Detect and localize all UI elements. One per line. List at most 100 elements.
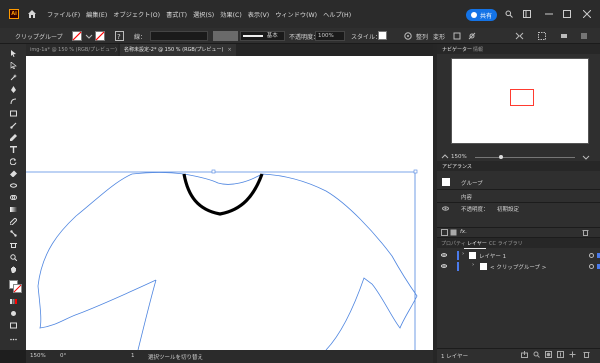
minimize-icon[interactable] <box>545 10 553 18</box>
stroke-swatch[interactable] <box>95 31 105 41</box>
layer-row[interactable]: › レイヤー 1 <box>437 250 600 261</box>
zoom-slider-thumb[interactable] <box>499 155 503 159</box>
navigator-thumbnail[interactable] <box>451 58 589 144</box>
transform-label[interactable]: 変形 <box>433 32 445 41</box>
add-stroke-icon[interactable] <box>441 229 448 236</box>
type-tool-icon[interactable] <box>10 146 17 153</box>
bounding-box-handle[interactable] <box>211 169 216 174</box>
draw-mode-icon[interactable] <box>10 310 17 317</box>
isolate-icon[interactable] <box>453 32 461 40</box>
zoom-out-icon[interactable] <box>441 153 449 161</box>
gradient-tool-icon[interactable] <box>10 206 17 213</box>
visibility-eye-icon[interactable] <box>441 253 447 257</box>
eyedropper-tool-icon[interactable] <box>10 218 17 225</box>
expand-chevron-icon[interactable]: › <box>472 262 474 268</box>
target-icon[interactable] <box>589 264 594 269</box>
artboard-number[interactable]: 1 <box>131 353 135 359</box>
select-similar-icon[interactable] <box>538 32 546 40</box>
align-pixel-icon[interactable] <box>560 32 568 40</box>
stroke-weight-field[interactable] <box>150 31 208 41</box>
menu-object[interactable]: オブジェクト(O) <box>113 10 160 19</box>
appearance-contents[interactable]: 内容 <box>461 193 472 201</box>
fill-swatch[interactable] <box>72 31 82 41</box>
zoom-tool-icon[interactable] <box>10 254 17 261</box>
stroke-weight-icon[interactable]: ? <box>115 31 124 41</box>
shape-builder-tool-icon[interactable] <box>10 194 17 201</box>
target-icon[interactable] <box>589 253 594 258</box>
rotation-value[interactable]: 0° <box>60 353 66 359</box>
new-layer-icon[interactable] <box>569 351 576 358</box>
color-mode-icon[interactable] <box>10 298 17 305</box>
add-effect-button[interactable]: fx. <box>460 229 467 235</box>
graphic-style-swatch[interactable] <box>378 31 387 40</box>
pencil-tool-icon[interactable] <box>10 134 17 141</box>
add-fill-icon[interactable] <box>450 229 457 236</box>
align-label[interactable]: 整列 <box>416 32 428 41</box>
menu-help[interactable]: ヘルプ(H) <box>323 10 351 19</box>
menu-type[interactable]: 書式(T) <box>166 10 187 19</box>
menu-select[interactable]: 選択(S) <box>193 10 214 19</box>
navigator-zoom[interactable]: 150% <box>451 154 467 160</box>
variable-width-field[interactable] <box>213 31 238 41</box>
layer-row[interactable]: › < クリップグループ > <box>437 261 600 272</box>
canvas-area[interactable] <box>26 56 433 351</box>
expand-chevron-icon[interactable]: › <box>462 251 464 257</box>
recolor-icon[interactable] <box>404 32 412 40</box>
arrange-icon[interactable] <box>515 32 524 40</box>
width-tool-icon[interactable] <box>10 182 17 189</box>
curvature-tool-icon[interactable] <box>10 98 17 105</box>
layer-name[interactable]: < クリップグループ > <box>490 263 546 271</box>
tab-cc-libraries[interactable]: CC ライブラリ <box>489 240 523 247</box>
tab-document-1[interactable]: img-1a* @ 150 % (RGB/プレビュー)× <box>26 44 125 56</box>
new-sublayer-icon[interactable] <box>557 351 564 358</box>
more-tools-icon[interactable] <box>10 336 17 343</box>
paintbrush-tool-icon[interactable] <box>10 122 17 129</box>
clipping-mask-icon[interactable] <box>545 351 552 358</box>
fill-dropdown-icon[interactable] <box>85 32 93 40</box>
navigator-zoom-slider[interactable] <box>475 157 575 158</box>
search-layer-icon[interactable] <box>533 351 540 358</box>
zoom-level[interactable]: 150% <box>30 353 46 359</box>
tab-properties[interactable]: プロパティ <box>441 240 466 247</box>
magic-wand-tool-icon[interactable] <box>10 74 17 81</box>
artboard[interactable] <box>26 56 433 351</box>
visibility-eye-icon[interactable] <box>441 264 447 268</box>
tab-info[interactable]: 情報 <box>473 46 483 53</box>
direct-selection-tool-icon[interactable] <box>10 62 17 69</box>
bounding-box-handle[interactable] <box>413 169 418 174</box>
menu-file[interactable]: ファイル(F) <box>47 10 80 19</box>
layer-name[interactable]: レイヤー 1 <box>479 252 506 260</box>
export-icon[interactable] <box>521 351 528 358</box>
tab-layers[interactable]: レイヤー <box>467 240 487 247</box>
workspace-icon[interactable] <box>523 10 531 18</box>
maximize-icon[interactable] <box>563 10 571 18</box>
selection-tool-icon[interactable] <box>10 50 17 57</box>
panel-menu-icon[interactable] <box>580 32 588 40</box>
screen-mode-icon[interactable] <box>10 322 17 329</box>
menu-window[interactable]: ウィンドウ(W) <box>275 10 317 19</box>
opacity-field[interactable]: 100% <box>315 31 345 41</box>
rotate-tool-icon[interactable] <box>10 158 17 165</box>
rectangle-tool-icon[interactable] <box>10 110 17 117</box>
navigator-view-frame[interactable] <box>510 89 534 106</box>
close-tab-icon[interactable]: × <box>228 47 232 53</box>
zoom-in-icon[interactable] <box>582 153 590 161</box>
hand-tool-icon[interactable] <box>10 266 17 273</box>
pen-tool-icon[interactable] <box>10 86 17 93</box>
tab-document-2[interactable]: 名称未設定-2* @ 150 % (RGB/プレビュー) × <box>120 44 236 56</box>
appearance-title[interactable]: アピアランス <box>442 163 472 170</box>
share-button[interactable]: 共有 <box>466 9 497 21</box>
menu-view[interactable]: 表示(V) <box>248 10 269 19</box>
delete-layer-icon[interactable] <box>583 351 590 358</box>
home-icon[interactable] <box>27 9 37 19</box>
menu-effect[interactable]: 効果(C) <box>220 10 242 19</box>
close-icon[interactable] <box>583 10 591 18</box>
artboard-tool-icon[interactable] <box>10 242 17 249</box>
search-icon[interactable] <box>505 10 513 18</box>
eraser-tool-icon[interactable] <box>10 170 17 177</box>
tab-navigator[interactable]: ナビゲーター <box>442 46 472 53</box>
sweater-outline[interactable] <box>37 172 418 351</box>
appearance-opacity-label[interactable]: 不透明度： <box>461 205 489 213</box>
blend-tool-icon[interactable] <box>10 230 17 237</box>
menu-edit[interactable]: 編集(E) <box>86 10 107 19</box>
